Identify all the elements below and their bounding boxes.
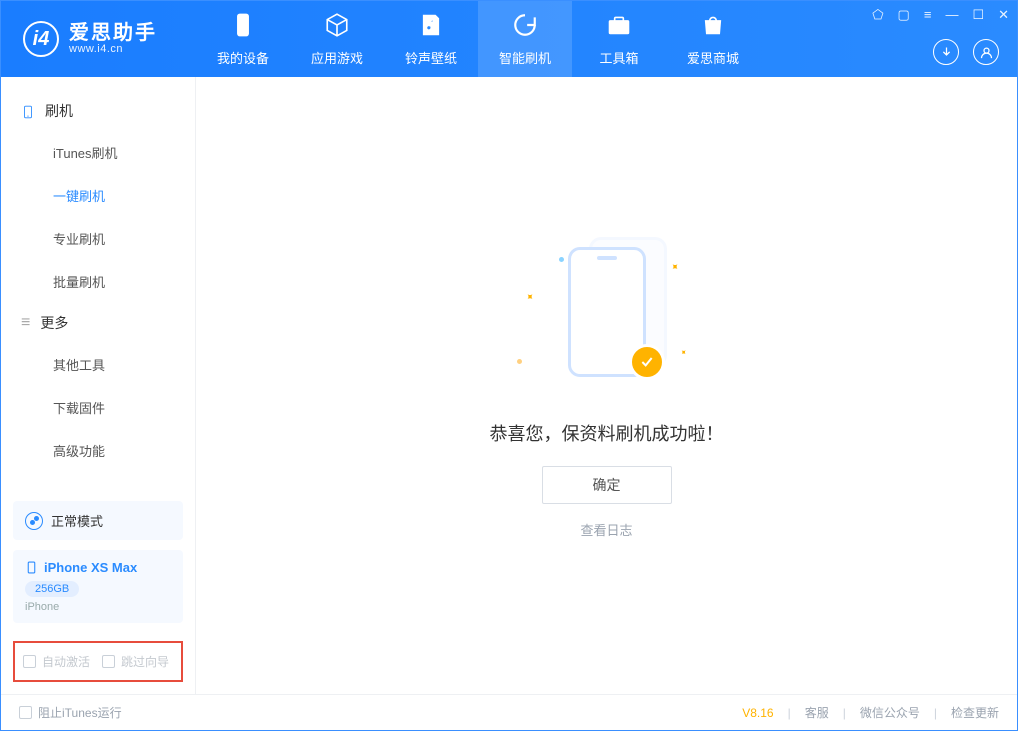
sparkle-icon: ✦ xyxy=(667,261,681,275)
checkbox-icon xyxy=(23,655,36,668)
tab-ringtone[interactable]: 铃声壁纸 xyxy=(384,1,478,77)
bag-icon xyxy=(700,12,726,42)
main-content: ✦ ✦ ✦ 恭喜您，保资料刷机成功啦！ 确定 查看日志 xyxy=(196,77,1017,694)
maximize-button[interactable]: ☐ xyxy=(972,7,984,23)
check-badge-icon xyxy=(629,344,665,380)
device-info-card[interactable]: iPhone XS Max 256GB iPhone xyxy=(13,550,183,623)
app-title: 爱思助手 xyxy=(69,23,157,43)
checkbox-icon xyxy=(19,706,32,719)
tab-label: 我的设备 xyxy=(217,48,269,67)
app-subtitle: www.i4.cn xyxy=(69,43,157,55)
tab-label: 爱思商城 xyxy=(687,48,739,67)
device-type-label: iPhone xyxy=(25,601,171,613)
device-mode-card[interactable]: 正常模式 xyxy=(13,501,183,540)
update-link[interactable]: 检查更新 xyxy=(951,704,999,721)
sidebar-section-flash: 刷机 xyxy=(1,91,195,131)
main-tabs: 我的设备 应用游戏 铃声壁纸 智能刷机 工具箱 爱思商城 xyxy=(196,1,760,77)
user-button[interactable] xyxy=(973,39,999,65)
sidebar: 刷机 iTunes刷机 一键刷机 专业刷机 批量刷机 ≡ 更多 其他工具 下载固… xyxy=(1,77,196,694)
sidebar-item-download[interactable]: 下载固件 xyxy=(1,386,195,429)
cube-icon xyxy=(324,12,350,42)
sidebar-section-more: ≡ 更多 xyxy=(1,303,195,343)
tab-label: 铃声壁纸 xyxy=(405,48,457,67)
block-itunes-checkbox[interactable]: 阻止iTunes运行 xyxy=(19,704,122,721)
success-illustration: ✦ ✦ ✦ xyxy=(507,232,707,392)
dot-icon xyxy=(559,257,564,262)
tab-label: 应用游戏 xyxy=(311,48,363,67)
mode-icon xyxy=(25,512,43,530)
tab-label: 智能刷机 xyxy=(499,48,551,67)
version-label: V8.16 xyxy=(742,706,773,720)
tshirt-icon[interactable]: ⬠ xyxy=(872,7,883,23)
tab-toolbox[interactable]: 工具箱 xyxy=(572,1,666,77)
tab-device[interactable]: 我的设备 xyxy=(196,1,290,77)
header-actions xyxy=(933,39,999,65)
sidebar-item-advanced[interactable]: 高级功能 xyxy=(1,429,195,472)
sidebar-section-label: 更多 xyxy=(40,313,68,333)
close-button[interactable]: ✕ xyxy=(998,7,1009,23)
menu-icon[interactable]: ≡ xyxy=(924,7,932,23)
tab-apps[interactable]: 应用游戏 xyxy=(290,1,384,77)
tab-store[interactable]: 爱思商城 xyxy=(666,1,760,77)
ok-button[interactable]: 确定 xyxy=(542,466,672,504)
download-button[interactable] xyxy=(933,39,959,65)
tab-label: 工具箱 xyxy=(599,48,638,67)
checkbox-icon xyxy=(102,655,115,668)
auto-activate-checkbox[interactable]: 自动激活 xyxy=(23,653,90,670)
sparkle-icon: ✦ xyxy=(522,291,536,305)
sidebar-item-batch[interactable]: 批量刷机 xyxy=(1,260,195,303)
sparkle-icon: ✦ xyxy=(678,347,689,358)
sidebar-item-pro[interactable]: 专业刷机 xyxy=(1,217,195,260)
sidebar-item-oneclick[interactable]: 一键刷机 xyxy=(1,174,195,217)
list-icon: ≡ xyxy=(21,314,30,332)
view-log-link[interactable]: 查看日志 xyxy=(580,520,632,539)
tab-flash[interactable]: 智能刷机 xyxy=(478,1,572,77)
wechat-link[interactable]: 微信公众号 xyxy=(860,704,920,721)
logo: i4 爱思助手 www.i4.cn xyxy=(1,21,196,57)
sidebar-section-label: 刷机 xyxy=(45,101,73,121)
device-mode-label: 正常模式 xyxy=(51,511,103,530)
dot-icon xyxy=(517,359,522,364)
device-icon xyxy=(21,103,35,119)
support-link[interactable]: 客服 xyxy=(805,704,829,721)
sidebar-item-other[interactable]: 其他工具 xyxy=(1,343,195,386)
title-bar: i4 爱思助手 www.i4.cn 我的设备 应用游戏 铃声壁纸 智能刷机 xyxy=(1,1,1017,77)
minimize-button[interactable]: — xyxy=(945,7,958,23)
status-bar: 阻止iTunes运行 V8.16 | 客服 | 微信公众号 | 检查更新 xyxy=(1,694,1017,730)
toolbox-icon xyxy=(606,12,632,42)
device-storage-badge: 256GB xyxy=(25,581,79,597)
success-message: 恭喜您，保资料刷机成功啦！ xyxy=(490,420,724,446)
square-icon[interactable]: ▢ xyxy=(898,7,910,23)
flash-options-box: 自动激活 跳过向导 xyxy=(13,641,183,682)
device-name-label: iPhone XS Max xyxy=(44,560,137,575)
app-logo-icon: i4 xyxy=(23,21,59,57)
window-controls: ⬠ ▢ ≡ — ☐ ✕ xyxy=(872,7,1009,23)
music-file-icon xyxy=(418,12,444,42)
phone-icon xyxy=(230,12,256,42)
sidebar-item-itunes[interactable]: iTunes刷机 xyxy=(1,131,195,174)
refresh-shield-icon xyxy=(512,12,538,42)
skip-wizard-checkbox[interactable]: 跳过向导 xyxy=(102,653,169,670)
phone-small-icon xyxy=(25,561,38,574)
